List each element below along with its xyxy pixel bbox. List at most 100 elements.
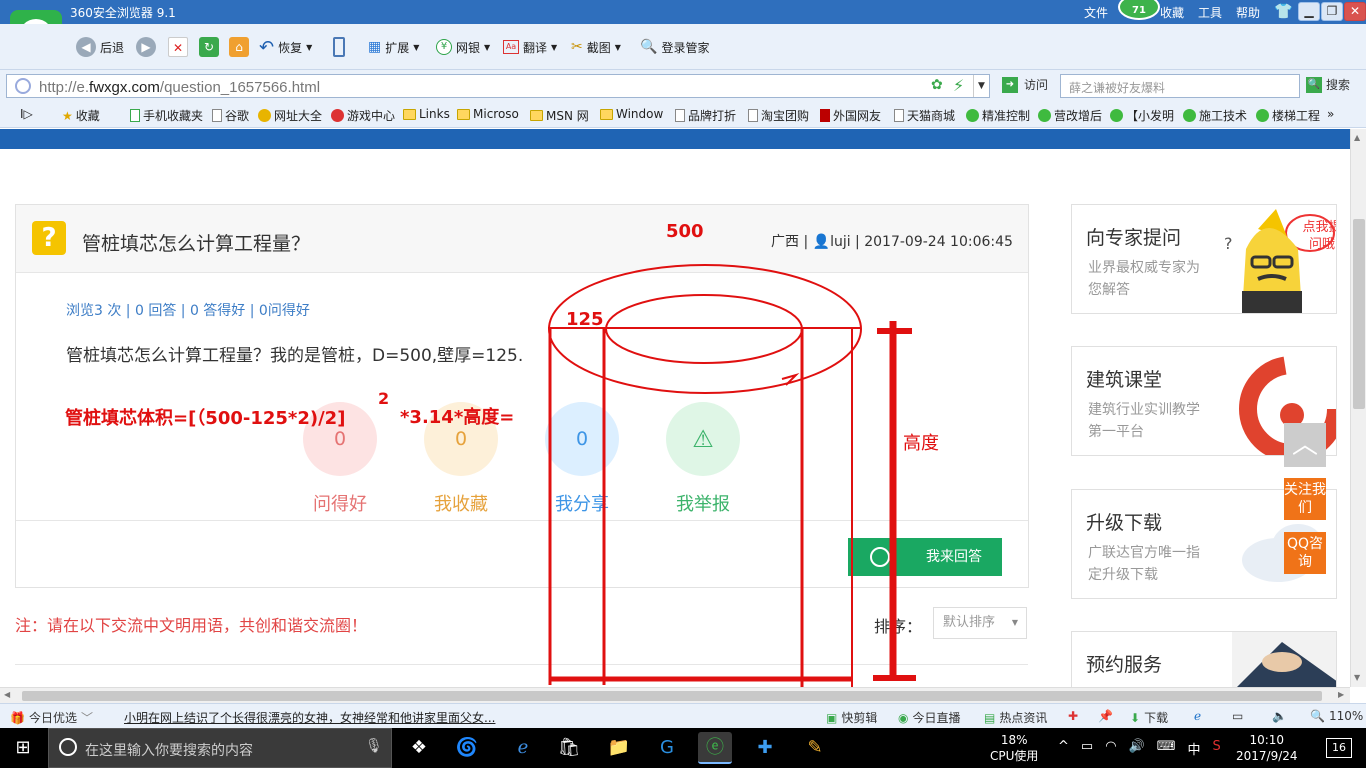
screenshot-button[interactable]: ✂ 截图 ▼	[571, 35, 621, 59]
card-appointment[interactable]: 预约服务	[1071, 631, 1337, 687]
visit-button[interactable]: ➜ 访问	[1002, 76, 1048, 93]
notification-center[interactable]: 16	[1326, 738, 1352, 758]
restore-button[interactable]: ↶ 恢复 ▼	[259, 35, 312, 59]
skin-icon[interactable]: 👕	[1274, 2, 1293, 20]
refresh-button[interactable]: ↻	[199, 35, 219, 59]
minimize-button[interactable]: ▁	[1298, 2, 1320, 21]
menu-tools[interactable]: 工具	[1198, 4, 1222, 21]
speed-icon[interactable]: ⚡	[953, 76, 964, 95]
bookmark-discount[interactable]: 品牌打折	[675, 107, 736, 124]
bookmark-games[interactable]: 游戏中心	[331, 107, 395, 124]
login-manager-button[interactable]: 🔍 登录管家	[640, 35, 709, 59]
status-download[interactable]: ⬇ 下载	[1130, 709, 1168, 726]
ask-bubble: 点我提问哦	[1302, 220, 1336, 252]
menu-help[interactable]: 帮助	[1236, 4, 1260, 21]
back-button[interactable]: ◀ 后退	[76, 35, 124, 59]
bookmark-links[interactable]: Links	[403, 107, 450, 121]
scroll-down-icon[interactable]: ▼	[1354, 673, 1360, 682]
status-hot-news[interactable]: ▤ 热点资讯	[984, 709, 1047, 726]
search-input[interactable]: 薛之谦被好友爆料	[1060, 74, 1300, 98]
score-badge[interactable]: 71	[1118, 0, 1160, 20]
bookmark-control[interactable]: 精准控制	[966, 107, 1030, 124]
bookmark-windows[interactable]: Window	[600, 107, 663, 121]
bookmark-invention[interactable]: 【小发明	[1110, 107, 1174, 124]
address-bar[interactable]: http://e.fwxgx.com/question_1657566.html…	[6, 74, 990, 98]
sogou-icon[interactable]: S	[1213, 739, 1221, 758]
bookmark-msn[interactable]: MSN 网	[530, 107, 589, 124]
wifi-icon[interactable]: ◠	[1105, 739, 1116, 758]
bookmark-construction[interactable]: 施工技术	[1183, 107, 1247, 124]
today-picks[interactable]: 🎁 今日优选 ﹀	[10, 709, 93, 726]
vertical-scrollbar[interactable]: ▲ ▼	[1350, 129, 1366, 687]
follow-button[interactable]: 关注我们	[1284, 478, 1326, 520]
task-view-icon[interactable]: ❖	[402, 732, 436, 764]
scroll-left-icon[interactable]: ◀	[4, 690, 10, 699]
ie-icon[interactable]: ℯ	[1194, 709, 1201, 723]
mobile-button[interactable]	[333, 35, 345, 59]
extend-button[interactable]: ▦ 扩展 ▼	[368, 35, 419, 59]
bookmark-hao[interactable]: 网址大全	[258, 107, 322, 124]
glodon-icon[interactable]: G	[650, 732, 684, 764]
speaker-icon[interactable]: 🔊	[1129, 739, 1145, 758]
qq-consult-button[interactable]: QQ咨询	[1284, 532, 1326, 574]
vertical-scroll-thumb[interactable]	[1353, 219, 1365, 409]
folder-icon	[530, 110, 543, 121]
search-button[interactable]: 🔍 搜索	[1306, 76, 1350, 93]
translate-button[interactable]: Aa 翻译 ▼	[503, 35, 557, 59]
stop-button[interactable]: ✕	[168, 35, 188, 59]
cpu-usage[interactable]: 18% CPU使用	[990, 732, 1038, 764]
address-dropdown-icon[interactable]: ▼	[973, 75, 989, 97]
close-button[interactable]: ✕	[1344, 2, 1366, 21]
ime-indicator[interactable]: 中	[1188, 739, 1201, 758]
horizontal-scrollbar[interactable]: ◀ ▶	[0, 687, 1350, 703]
bookmarks-more-icon[interactable]: »	[1327, 107, 1334, 121]
menu-file[interactable]: 文件	[1084, 4, 1108, 21]
news-ticker-link[interactable]: 小明在网上结识了个长得很漂亮的女神，女神经常和他讲家里面父女...	[124, 709, 495, 726]
volume-icon[interactable]: 🔈	[1272, 709, 1287, 723]
address-row: http://e.fwxgx.com/question_1657566.html…	[0, 70, 1366, 102]
scroll-up-icon[interactable]: ▲	[1354, 133, 1360, 142]
bookmark-favorites[interactable]: ★ 收藏	[62, 107, 100, 124]
start-windows-icon[interactable]: ⊞	[6, 732, 40, 764]
battery-icon[interactable]: ▭	[1081, 739, 1093, 758]
app-plus-icon[interactable]: ✚	[748, 732, 782, 764]
edge-icon[interactable]: ℯ	[506, 732, 540, 764]
horizontal-scroll-thumb[interactable]	[22, 691, 1322, 701]
phone-icon	[130, 109, 140, 122]
home-button[interactable]: ⌂	[229, 35, 249, 59]
store-icon[interactable]: 🛍	[552, 732, 586, 764]
bookmark-foreign[interactable]: 外国网友	[820, 107, 881, 124]
file-explorer-icon[interactable]: 📁	[602, 732, 636, 764]
sidebar-toggle-icon[interactable]: I▷	[20, 107, 33, 121]
clock[interactable]: 10:10 2017/9/24	[1236, 732, 1298, 764]
status-pin-icon[interactable]: 📌	[1098, 709, 1113, 723]
bookmark-microsoft[interactable]: Microso	[457, 107, 519, 121]
bookmark-taobao[interactable]: 淘宝团购	[748, 107, 809, 124]
card-ask-expert[interactable]: 向专家提问 业界最权威专家为您解答 ? 点我提问哦	[1071, 204, 1337, 314]
system-tray: ^ ▭ ◠ 🔊 ⌨ 中 S	[1058, 739, 1221, 758]
keyboard-icon[interactable]: ⌨	[1157, 739, 1176, 758]
zoom-level[interactable]: 🔍 110%	[1310, 709, 1363, 723]
microphone-icon[interactable]: 🎙	[365, 738, 383, 754]
window-icon[interactable]: ▭	[1232, 709, 1243, 723]
bookmark-google[interactable]: 谷歌	[212, 107, 249, 124]
bank-button[interactable]: ¥ 网银 ▼	[436, 35, 490, 59]
bookmark-vat[interactable]: 营改增后	[1038, 107, 1102, 124]
status-quick-edit[interactable]: ▣ 快剪辑	[826, 709, 877, 726]
menu-favorites[interactable]: 收藏	[1160, 4, 1184, 21]
bookmark-mobile[interactable]: 手机收藏夹	[130, 107, 203, 124]
app-spiral-icon[interactable]: 🌀	[450, 732, 484, 764]
notes-icon[interactable]: ✎	[798, 732, 832, 764]
maximize-button[interactable]: ❐	[1321, 2, 1343, 21]
tray-up-icon[interactable]: ^	[1058, 739, 1069, 758]
browser-360-icon[interactable]: ⓔ	[698, 732, 732, 764]
bookmark-stairs[interactable]: 楼梯工程	[1256, 107, 1320, 124]
security-icon[interactable]: ✿	[931, 77, 943, 93]
taskbar-search[interactable]: 在这里输入你要搜索的内容 🎙	[48, 728, 392, 768]
scroll-right-icon[interactable]: ▶	[1338, 690, 1344, 699]
status-live[interactable]: ◉ 今日直播	[898, 709, 961, 726]
forward-button[interactable]: ▶	[136, 35, 156, 59]
bookmark-tmall[interactable]: 天猫商城	[894, 107, 955, 124]
status-plus-icon[interactable]: ✚	[1068, 709, 1078, 723]
back-to-top-button[interactable]: ︿	[1284, 423, 1326, 467]
